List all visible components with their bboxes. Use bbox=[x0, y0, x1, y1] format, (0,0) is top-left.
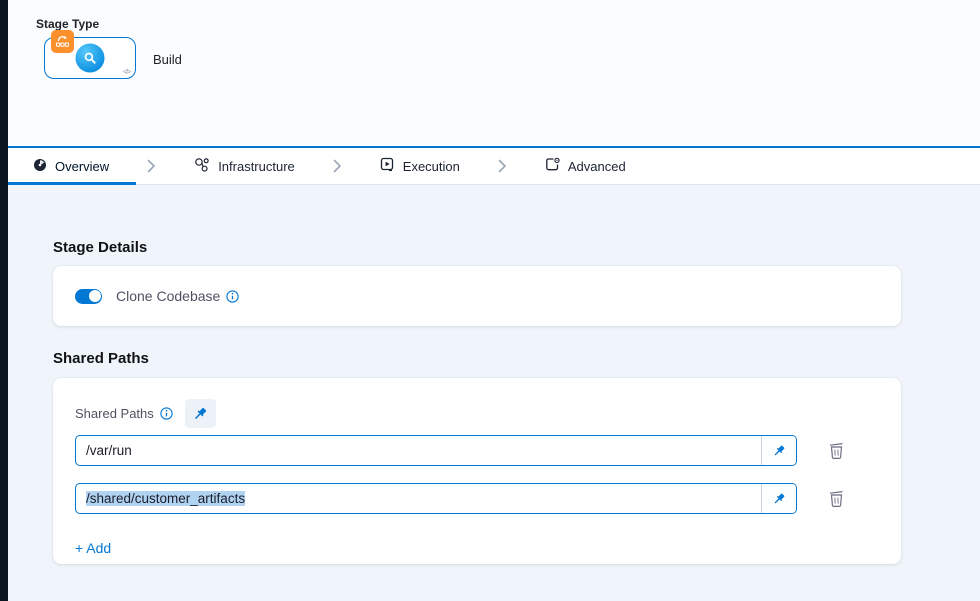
tab-execution-label: Execution bbox=[403, 158, 460, 174]
chevron-right-icon bbox=[147, 159, 156, 173]
shared-path-row: /shared/customer_artifacts bbox=[75, 483, 879, 514]
pin-toggle-button[interactable] bbox=[185, 399, 216, 428]
toggle-knob bbox=[89, 290, 101, 302]
chevron-right-icon bbox=[333, 159, 342, 173]
pushpin-icon[interactable] bbox=[762, 436, 796, 465]
overview-icon bbox=[33, 158, 47, 175]
stage-details-card: Clone Codebase bbox=[53, 266, 901, 326]
stage-type-card[interactable]: </> bbox=[44, 37, 136, 79]
clone-codebase-label: Clone Codebase bbox=[116, 288, 220, 304]
delete-path-button-1[interactable] bbox=[828, 489, 845, 508]
stage-config-page: Stage Type </> bbox=[0, 0, 980, 601]
stage-details-heading: Stage Details bbox=[53, 239, 980, 256]
tab-infrastructure-label: Infrastructure bbox=[218, 158, 295, 174]
stage-type-header: Stage Type </> bbox=[8, 0, 980, 146]
execution-icon bbox=[380, 157, 395, 175]
infrastructure-icon bbox=[194, 157, 210, 176]
main-panel: Stage Type </> bbox=[8, 0, 980, 601]
left-dark-strip bbox=[0, 0, 8, 601]
stage-name: Build bbox=[153, 52, 182, 67]
chevron-right-icon bbox=[498, 159, 507, 173]
shared-path-value-0: /var/run bbox=[76, 436, 761, 465]
shared-paths-card: Shared Paths bbox=[53, 378, 901, 564]
overview-tab-content: Stage Details Clone Codebase Shared Path… bbox=[8, 185, 980, 601]
shared-paths-heading: Shared Paths bbox=[53, 350, 980, 367]
add-path-button[interactable]: + Add bbox=[75, 540, 111, 556]
pipeline-badge-icon bbox=[51, 30, 74, 53]
tab-infrastructure[interactable]: Infrastructure bbox=[194, 157, 295, 176]
shared-paths-field-label: Shared Paths bbox=[75, 406, 154, 421]
shared-path-input-1[interactable]: /shared/customer_artifacts bbox=[75, 483, 797, 514]
shared-paths-label-row: Shared Paths bbox=[75, 399, 879, 428]
tab-execution[interactable]: Execution bbox=[380, 157, 460, 175]
pushpin-icon[interactable] bbox=[762, 484, 796, 513]
shared-path-input-0[interactable]: /var/run bbox=[75, 435, 797, 466]
tab-overview-label: Overview bbox=[55, 158, 109, 174]
info-circle-icon[interactable] bbox=[160, 407, 173, 420]
active-tab-underline bbox=[8, 182, 136, 185]
build-stage-icon bbox=[76, 44, 105, 73]
tab-overview[interactable]: Overview bbox=[33, 158, 109, 175]
info-circle-icon[interactable] bbox=[226, 290, 239, 303]
tab-advanced-label: Advanced bbox=[568, 158, 626, 174]
tab-advanced[interactable]: Advanced bbox=[545, 157, 626, 175]
code-glyph-icon: </> bbox=[123, 69, 130, 76]
stage-type-label: Stage Type bbox=[36, 17, 99, 31]
delete-path-button-0[interactable] bbox=[828, 441, 845, 460]
shared-path-row: /var/run bbox=[75, 435, 879, 466]
advanced-icon bbox=[545, 157, 560, 175]
stage-tabbar: Overview Infrastructure bbox=[8, 146, 980, 185]
clone-codebase-toggle[interactable] bbox=[75, 289, 102, 304]
shared-path-value-1: /shared/customer_artifacts bbox=[76, 484, 761, 513]
